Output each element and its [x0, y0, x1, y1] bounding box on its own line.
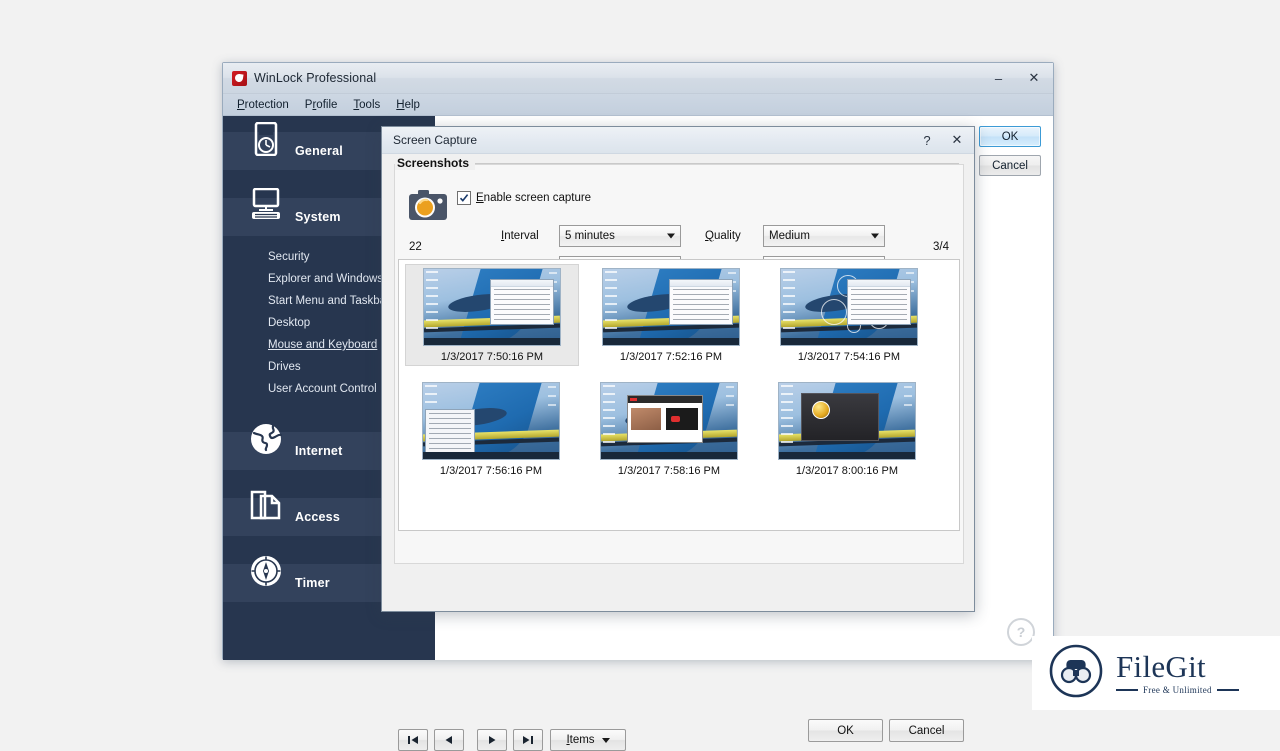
watermark-tagline-row: Free & Unlimited: [1116, 685, 1239, 695]
globe-icon: [247, 420, 285, 458]
interval-label: Interval: [501, 230, 559, 242]
filegit-watermark: FileGit Free & Unlimited: [1032, 636, 1280, 710]
menu-tools[interactable]: Tools: [345, 97, 388, 113]
compass-gauge-icon: [247, 552, 285, 590]
chevron-down-icon: [602, 738, 610, 743]
quality-label: Quality: [705, 230, 763, 242]
sidebar-label-access: Access: [295, 510, 340, 524]
gallery-row-2: 1/3/2017 7:56:16 PM 1/3/2017 7:58:16: [399, 378, 959, 480]
menu-profile-rest: ofile: [316, 99, 337, 111]
help-icon[interactable]: ?: [1007, 618, 1035, 646]
title-bar: WinLock Professional – ✕: [223, 63, 1053, 94]
last-page-icon: [522, 735, 534, 745]
menu-bar: Protection Profile Tools Help: [223, 94, 1053, 116]
enable-screen-capture-label: EEnable screen capturenable screen captu…: [476, 192, 591, 204]
screenshot-count: 22: [409, 241, 422, 253]
close-button[interactable]: ✕: [1015, 63, 1053, 93]
groupbox-legend: Screenshots: [395, 156, 963, 170]
dialog-close-button[interactable]: ✕: [942, 127, 972, 153]
watermark-text: FileGit Free & Unlimited: [1116, 651, 1239, 695]
dialog-ok-button[interactable]: OK: [808, 719, 883, 742]
main-ok-button[interactable]: OK: [979, 126, 1041, 147]
screen-capture-dialog: Screen Capture ? ✕ Screenshots: [381, 126, 975, 612]
menu-profile[interactable]: Profile: [297, 97, 346, 113]
thumbnail-caption: 1/3/2017 8:00:16 PM: [796, 465, 898, 477]
enable-screen-capture-row[interactable]: EEnable screen capturenable screen captu…: [457, 191, 591, 205]
sidebar-label-general: General: [295, 144, 343, 158]
dialog-cancel-button[interactable]: Cancel: [889, 719, 964, 742]
thumbnail-image: [423, 268, 561, 346]
menu-help[interactable]: Help: [388, 97, 428, 113]
dialog-controls: ? ✕: [912, 127, 972, 153]
thumbnail-item[interactable]: 1/3/2017 7:56:16 PM: [405, 378, 577, 480]
sidebar-label-system: System: [295, 210, 341, 224]
thumbnail-image: [602, 268, 740, 346]
thumbnail-item[interactable]: 1/3/2017 7:50:16 PM: [405, 264, 579, 366]
menu-protection[interactable]: Protection: [229, 97, 297, 113]
documents-icon: [247, 486, 285, 524]
tagline-dash-left: [1116, 689, 1138, 692]
menu-tools-rest: ools: [359, 99, 380, 111]
minimize-button[interactable]: –: [982, 63, 1015, 93]
thumbnail-item[interactable]: 1/3/2017 7:54:16 PM: [763, 264, 935, 366]
thumbnail-image: [780, 268, 918, 346]
dialog-title: Screen Capture: [393, 133, 477, 147]
prev-page-icon: [444, 735, 454, 745]
thumbnail-caption: 1/3/2017 7:54:16 PM: [798, 351, 900, 363]
monitor-keyboard-icon: [247, 186, 285, 224]
next-page-icon: [487, 735, 497, 745]
last-page-button[interactable]: [513, 729, 543, 751]
thumbnail-item[interactable]: 1/3/2017 7:52:16 PM: [585, 264, 757, 366]
enable-screen-capture-checkbox[interactable]: [457, 191, 471, 205]
prev-page-button[interactable]: [434, 729, 464, 751]
interval-combobox[interactable]: 5 minutes: [559, 225, 681, 247]
quality-value: Medium: [764, 230, 810, 242]
thumbnail-item[interactable]: 1/3/2017 8:00:16 PM: [761, 378, 933, 480]
screenshots-groupbox: Screenshots: [394, 164, 964, 564]
gallery-row-1: 1/3/2017 7:50:16 PM 1/3/2017 7:52:16 PM: [399, 264, 959, 366]
thumbnail-caption: 1/3/2017 7:56:16 PM: [440, 465, 542, 477]
dialog-title-bar: Screen Capture ? ✕: [382, 127, 974, 154]
quality-field: Quality Medium: [705, 225, 885, 247]
menu-help-rest: elp: [405, 99, 420, 111]
items-button-label: Items: [566, 734, 594, 746]
quality-combobox[interactable]: Medium: [763, 225, 885, 247]
page-indicator: 3/4: [933, 241, 949, 253]
thumbnail-image: [778, 382, 916, 460]
groupbox-rule: [475, 163, 959, 164]
thumbnail-caption: 1/3/2017 7:58:16 PM: [618, 465, 720, 477]
watermark-name: FileGit: [1116, 651, 1239, 682]
screenshot-gallery: 1/3/2017 7:50:16 PM 1/3/2017 7:52:16 PM: [398, 259, 960, 531]
chevron-down-icon: [667, 234, 675, 239]
sidebar-label-internet: Internet: [295, 444, 342, 458]
next-page-button[interactable]: [477, 729, 507, 751]
window-title: WinLock Professional: [254, 71, 376, 85]
groupbox-legend-text: Screenshots: [395, 156, 475, 170]
thumbnail-image: [600, 382, 738, 460]
clock-device-icon: [247, 120, 285, 158]
thumbnail-image: [422, 382, 560, 460]
dialog-body: Screenshots: [382, 154, 974, 611]
chevron-down-icon: [871, 234, 879, 239]
dialog-help-button[interactable]: ?: [912, 127, 942, 153]
thumbnail-item[interactable]: 1/3/2017 7:58:16 PM: [583, 378, 755, 480]
items-button[interactable]: Items: [550, 729, 626, 751]
first-page-icon: [407, 735, 419, 745]
first-page-button[interactable]: [398, 729, 428, 751]
tagline-dash-right: [1217, 689, 1239, 692]
main-cancel-button[interactable]: Cancel: [979, 155, 1041, 176]
watermark-tagline: Free & Unlimited: [1143, 685, 1212, 695]
binoculars-icon: [1048, 643, 1104, 704]
screen: WinLock Professional – ✕ Protection Prof…: [0, 0, 1280, 720]
thumbnail-caption: 1/3/2017 7:50:16 PM: [441, 351, 543, 363]
interval-field: Interval 5 minutes: [501, 225, 681, 247]
winlock-logo-icon: [232, 71, 247, 86]
interval-value: 5 minutes: [560, 230, 615, 242]
window-controls: – ✕: [982, 63, 1053, 93]
menu-protection-rest: rotection: [245, 99, 289, 111]
thumbnail-caption: 1/3/2017 7:52:16 PM: [620, 351, 722, 363]
sidebar-label-timer: Timer: [295, 576, 330, 590]
camera-icon: [409, 189, 447, 223]
